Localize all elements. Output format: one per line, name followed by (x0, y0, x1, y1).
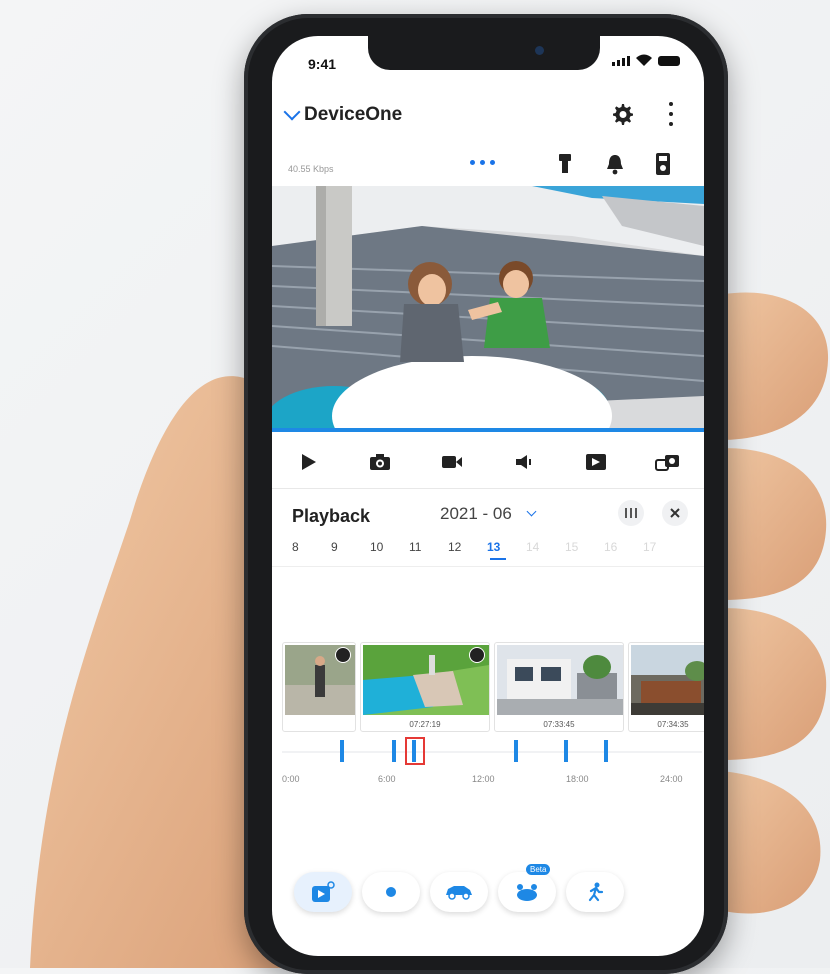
month-selector[interactable]: 2021 - 06 (440, 504, 512, 524)
close-button[interactable] (662, 500, 688, 526)
record-dot-icon (386, 887, 396, 897)
playback-title: Playback (292, 506, 371, 526)
day-item[interactable]: 8 (292, 540, 331, 554)
play-button[interactable] (295, 451, 321, 473)
more-options-icon[interactable] (666, 102, 676, 126)
bitrate-readout: 40.55 Kbps (288, 164, 334, 174)
filter-package-button[interactable]: Beta (498, 864, 556, 912)
picture-in-picture-button[interactable] (583, 451, 609, 473)
event-marker[interactable] (514, 740, 518, 762)
event-marker[interactable] (604, 740, 608, 762)
clip-thumbnail[interactable] (282, 642, 356, 732)
event-marker[interactable] (412, 740, 416, 762)
filter-person-button[interactable] (566, 872, 624, 912)
day-item[interactable]: 11 (409, 540, 448, 554)
signal-icon (612, 56, 630, 66)
clip-image (497, 645, 623, 715)
event-marker[interactable] (564, 740, 568, 762)
event-timeline[interactable] (282, 736, 702, 768)
snapshot-button[interactable] (367, 451, 393, 473)
event-filter-bar: Beta (294, 864, 624, 912)
audio-button[interactable] (511, 451, 537, 473)
divider (272, 488, 704, 489)
clip-timestamp: 07:34:35 (657, 720, 689, 729)
player-controls (272, 444, 704, 480)
timeline-label: 6:00 (378, 774, 396, 784)
gear-icon[interactable] (610, 102, 634, 126)
status-time: 9:41 (308, 56, 337, 72)
speaker-icon (516, 455, 531, 469)
camera-icon (370, 454, 390, 470)
flashlight-icon[interactable] (554, 152, 576, 176)
device-name: DeviceOne (304, 104, 403, 125)
day-item: 14 (526, 540, 540, 554)
event-marker[interactable] (392, 740, 396, 762)
day-item[interactable]: 9 (331, 540, 370, 554)
video-camera-icon (442, 456, 462, 468)
intercom-icon[interactable] (652, 152, 674, 176)
alarm-bell-icon[interactable] (604, 152, 626, 176)
filter-vehicle-button[interactable] (430, 872, 488, 912)
divider (272, 566, 704, 567)
grid-icon (625, 508, 637, 518)
phone-notch (368, 36, 600, 70)
grid-view-button[interactable] (618, 500, 644, 526)
day-item: 16 (604, 540, 618, 554)
wifi-icon (636, 54, 652, 66)
screen-icon (586, 454, 606, 470)
multi-camera-button[interactable] (655, 451, 681, 473)
beta-badge: Beta (526, 864, 551, 875)
day-item: 17 (643, 540, 657, 554)
page-indicator (470, 160, 495, 165)
chevron-down-icon (283, 103, 301, 121)
timeline-label: 24:00 (660, 774, 683, 784)
cameras-icon (655, 455, 679, 471)
live-video-feed[interactable] (272, 186, 704, 430)
running-person-icon (588, 882, 604, 902)
video-clip-icon (312, 881, 335, 902)
video-progress-bar (272, 428, 704, 432)
clip-thumbnail[interactable]: 07:33:45 (494, 642, 624, 732)
clip-strip: 07:27:19 07:33:45 07:34:35 (282, 642, 704, 732)
app-screen: 9:41 DeviceOne 40.55 Kbps Playback 2021 … (272, 36, 704, 956)
day-item[interactable]: 10 (370, 540, 409, 554)
battery-icon (658, 56, 680, 66)
status-icons (612, 54, 680, 66)
play-icon (302, 454, 316, 470)
front-camera (535, 46, 544, 55)
day-item[interactable]: 12 (448, 540, 487, 554)
event-marker[interactable] (340, 740, 344, 762)
day-item-selected[interactable]: 13 (487, 540, 526, 554)
day-picker: 8 9 10 11 12 13 14 15 16 17 (292, 540, 682, 554)
month-chevron-down-icon[interactable] (526, 506, 537, 517)
clip-thumbnail[interactable]: 07:34:35 (628, 642, 704, 732)
device-selector[interactable]: DeviceOne (283, 103, 403, 126)
day-item: 15 (565, 540, 579, 554)
clip-thumbnail[interactable]: 07:27:19 (360, 642, 490, 732)
filter-continuous-button[interactable] (362, 872, 420, 912)
vehicle-event-icon (469, 647, 485, 663)
clip-timestamp: 07:33:45 (543, 720, 575, 729)
timeline-label: 0:00 (282, 774, 300, 784)
pet-icon (517, 884, 537, 901)
close-icon (670, 508, 680, 518)
motion-event-icon (335, 647, 351, 663)
timeline-label: 12:00 (472, 774, 495, 784)
record-button[interactable] (439, 451, 465, 473)
selected-day-underline (490, 558, 506, 560)
car-icon (446, 886, 472, 900)
timeline-labels: 0:00 6:00 12:00 18:00 24:00 (282, 774, 702, 788)
timeline-label: 18:00 (566, 774, 589, 784)
clip-image (631, 645, 704, 715)
filter-all-recordings-button[interactable] (294, 872, 352, 912)
clip-timestamp: 07:27:19 (409, 720, 441, 729)
